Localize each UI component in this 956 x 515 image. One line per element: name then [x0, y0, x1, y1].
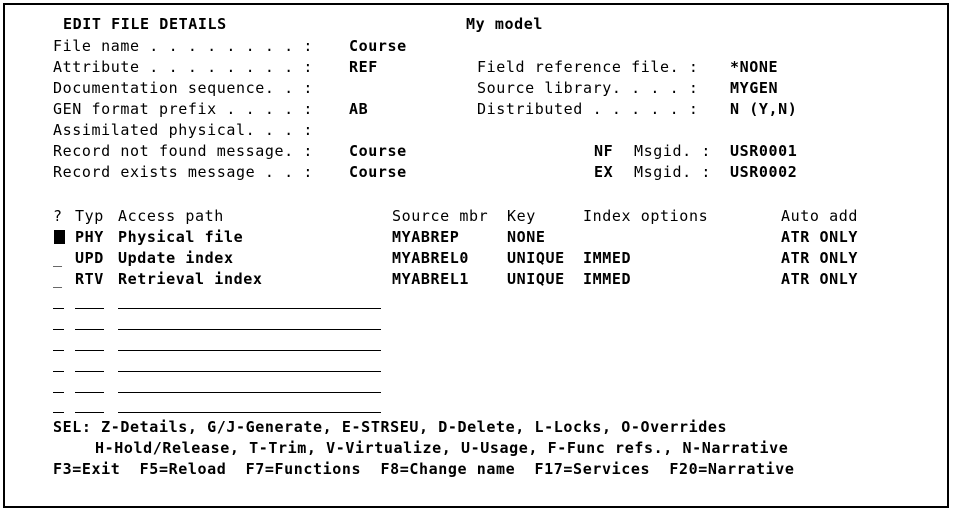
row-1-typ: PHY — [75, 228, 104, 246]
empty-row-5-sel-field[interactable] — [53, 392, 64, 393]
empty-row-1-sel-field[interactable] — [53, 308, 64, 309]
row-1-key: NONE — [507, 228, 546, 246]
documentation-sequence-label: Documentation sequence. . : — [53, 79, 314, 97]
assimilated-physical-label: Assimilated physical. . . : — [53, 121, 314, 139]
empty-row-5-path-field[interactable] — [118, 392, 381, 393]
empty-row-1-typ-field[interactable] — [75, 308, 104, 309]
empty-row-3-typ-field[interactable] — [75, 350, 104, 351]
attribute-label: Attribute . . . . . . . . : — [53, 58, 314, 76]
header-auto-add: Auto add — [781, 207, 859, 225]
row-3-typ: RTV — [75, 270, 104, 288]
function-keys-line: F3=Exit F5=Reload F7=Functions F8=Change… — [53, 460, 795, 478]
row-2-access-path: Update index — [118, 249, 234, 267]
source-library-label: Source library. . . . : — [477, 79, 699, 97]
empty-row-3-path-field[interactable] — [118, 350, 381, 351]
gen-format-prefix-label: GEN format prefix . . . . : — [53, 100, 314, 118]
empty-row-3-sel-field[interactable] — [53, 350, 64, 351]
file-name-label: File name . . . . . . . . : — [53, 37, 314, 55]
empty-row-4-sel-field[interactable] — [53, 371, 64, 372]
row-3-access-path: Retrieval index — [118, 270, 263, 288]
record-exists-value: Course — [349, 163, 407, 181]
empty-row-2-sel-field[interactable] — [53, 329, 64, 330]
header-typ: Typ — [75, 207, 104, 225]
record-not-found-label: Record not found message. : — [53, 142, 314, 160]
empty-row-4-typ-field[interactable] — [75, 371, 104, 372]
nf-code: NF — [594, 142, 614, 160]
row-2-index-options: IMMED — [583, 249, 632, 267]
header-index-options: Index options — [583, 207, 709, 225]
field-reference-file-value: *NONE — [730, 58, 779, 76]
row-1-source-mbr: MYABREP — [392, 228, 460, 246]
record-not-found-value: Course — [349, 142, 407, 160]
empty-row-2-typ-field[interactable] — [75, 329, 104, 330]
empty-row-5-typ-field[interactable] — [75, 392, 104, 393]
empty-row-4-path-field[interactable] — [118, 371, 381, 372]
header-source-mbr: Source mbr — [392, 207, 489, 225]
row-2-sel-field[interactable]: _ — [53, 248, 63, 268]
nf-msgid-value: USR0001 — [730, 142, 798, 160]
empty-row-6-path-field[interactable] — [118, 412, 381, 413]
file-name-value: Course — [349, 37, 407, 55]
row-3-index-options: IMMED — [583, 270, 632, 288]
row-3-sel-field[interactable]: _ — [53, 269, 63, 289]
row-2-key: UNIQUE — [507, 249, 565, 267]
screen-title: EDIT FILE DETAILS — [63, 15, 227, 33]
empty-row-6-typ-field[interactable] — [75, 412, 104, 413]
selection-options-line-1: SEL: Z-Details, G/J-Generate, E-STRSEU, … — [53, 417, 728, 437]
gen-format-prefix-value: AB — [349, 100, 369, 118]
row-1-auto-add: ATR ONLY — [781, 228, 859, 246]
source-library-value: MYGEN — [730, 79, 779, 97]
row-3-auto-add: ATR ONLY — [781, 270, 859, 288]
ex-msgid-value: USR0002 — [730, 163, 798, 181]
distributed-value: N (Y,N) — [730, 100, 798, 118]
empty-row-2-path-field[interactable] — [118, 329, 381, 330]
model-name: My model — [466, 15, 544, 33]
selection-cursor[interactable] — [54, 230, 65, 244]
selection-options-line-2: H-Hold/Release, T-Trim, V-Virtualize, U-… — [95, 439, 789, 457]
header-access-path: Access path — [118, 207, 224, 225]
row-3-source-mbr: MYABREL1 — [392, 270, 470, 288]
row-3-key: UNIQUE — [507, 270, 565, 288]
row-2-typ: UPD — [75, 249, 104, 267]
header-key: Key — [507, 207, 536, 225]
row-1-access-path: Physical file — [118, 228, 244, 246]
field-reference-file-label: Field reference file. : — [477, 58, 699, 76]
row-2-auto-add: ATR ONLY — [781, 249, 859, 267]
header-sel: ? — [53, 207, 63, 225]
attribute-value: REF — [349, 58, 378, 76]
empty-row-6-sel-field[interactable] — [53, 412, 64, 413]
ex-msgid-label: Msgid. : — [634, 163, 712, 181]
row-2-source-mbr: MYABREL0 — [392, 249, 470, 267]
record-exists-label: Record exists message . . : — [53, 163, 314, 181]
empty-row-1-path-field[interactable] — [118, 308, 381, 309]
distributed-label: Distributed . . . . . : — [477, 100, 699, 118]
ex-code: EX — [594, 163, 614, 181]
nf-msgid-label: Msgid. : — [634, 142, 712, 160]
